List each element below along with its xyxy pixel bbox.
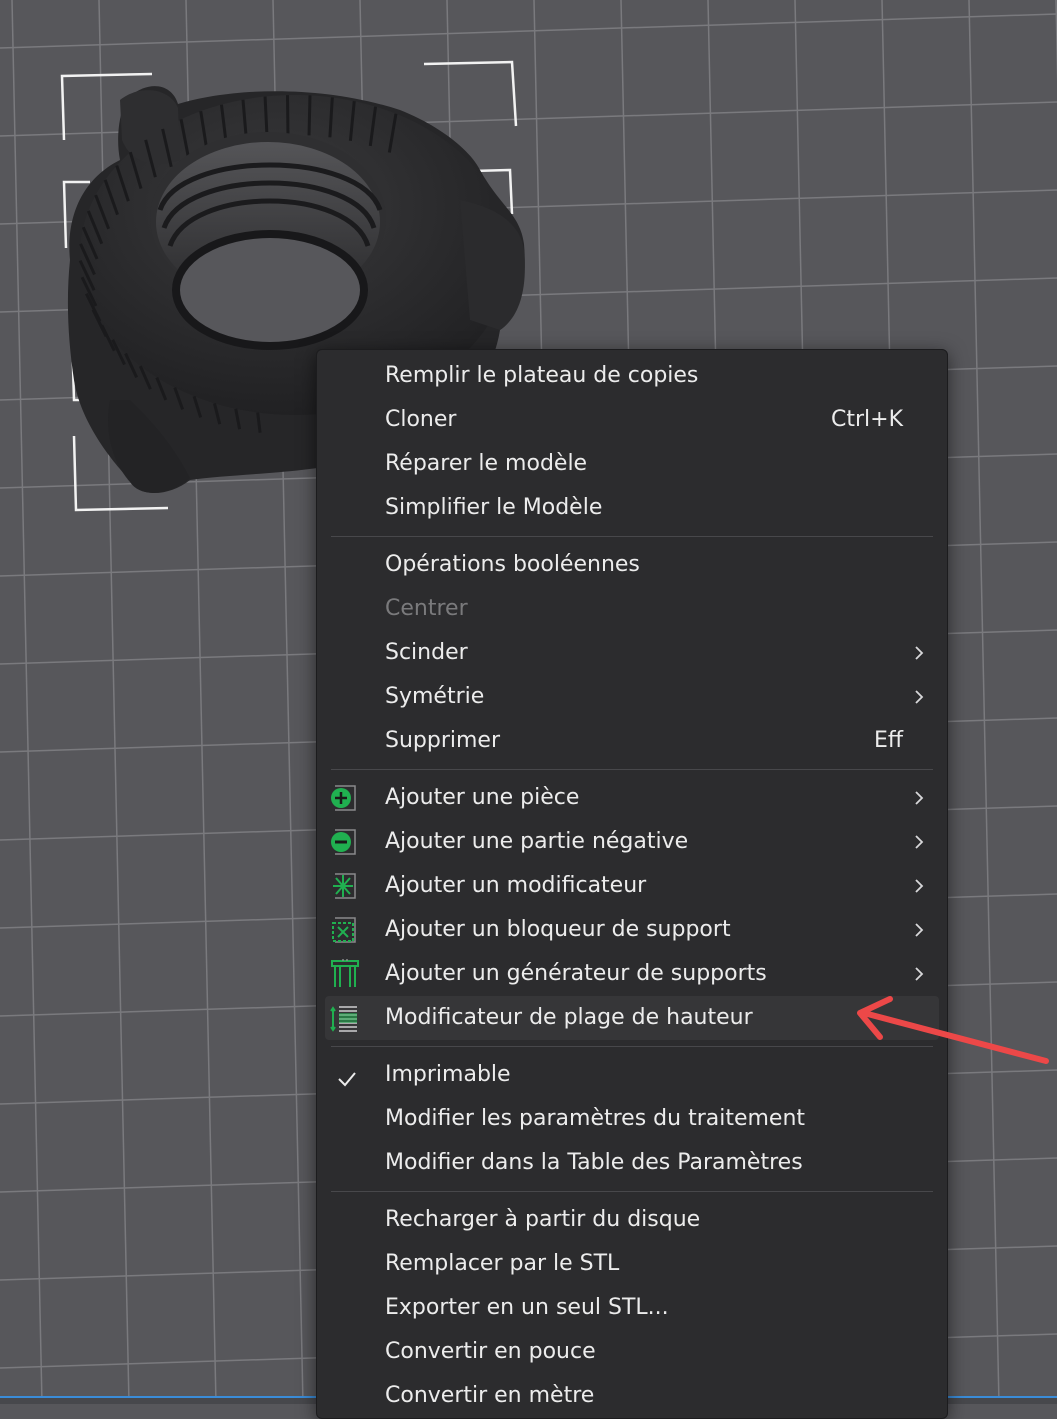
chevron-right-icon: [913, 908, 925, 952]
menu-item-exporter-en-un-seul-stl[interactable]: Exporter en un seul STL...: [325, 1286, 939, 1330]
height-range-modifier-icon: [329, 1002, 361, 1034]
menu-item-label: Centrer: [385, 587, 468, 631]
menu-item-modifier-les-parametres-du-traitement[interactable]: Modifier les paramètres du traitement: [325, 1097, 939, 1141]
menu-item-label: Ajouter un modificateur: [385, 864, 646, 908]
support-enforcer-icon: [329, 958, 361, 990]
menu-item-ajouter-un-modificateur[interactable]: Ajouter un modificateur: [325, 864, 939, 908]
menu-item-label: Modificateur de plage de hauteur: [385, 996, 753, 1040]
menu-item-label: Ajouter un bloqueur de support: [385, 908, 731, 952]
add-part-icon: [329, 782, 361, 814]
menu-item-modificateur-de-plage-de-hauteur[interactable]: Modificateur de plage de hauteur: [325, 996, 939, 1040]
menu-item-label: Ajouter une pièce: [385, 776, 579, 820]
menu-item-label: Recharger à partir du disque: [385, 1198, 700, 1242]
menu-separator: [331, 1191, 933, 1192]
menu-item-label: Remplacer par le STL: [385, 1242, 619, 1286]
annotation-arrow-icon: [850, 995, 1057, 1075]
menu-item-centrer: Centrer: [325, 587, 939, 631]
support-blocker-icon: [329, 914, 361, 946]
menu-item-ajouter-un-generateur-de-supports[interactable]: Ajouter un générateur de supports: [325, 952, 939, 996]
menu-item-label: Supprimer: [385, 719, 500, 763]
menu-item-label: Scinder: [385, 631, 468, 675]
menu-item-ajouter-un-bloqueur-de-support[interactable]: Ajouter un bloqueur de support: [325, 908, 939, 952]
object-context-menu[interactable]: Remplir le plateau de copiesCloner Ctrl+K…: [316, 349, 948, 1419]
menu-separator: [331, 536, 933, 537]
menu-item-label: Ajouter un générateur de supports: [385, 952, 767, 996]
menu-item-label: Modifier dans la Table des Paramètres: [385, 1141, 803, 1185]
menu-item-ajouter-une-piece[interactable]: Ajouter une pièce: [325, 776, 939, 820]
chevron-right-icon: [913, 776, 925, 820]
checkmark-icon: [335, 1063, 359, 1087]
menu-item-label: Convertir en mètre: [385, 1374, 594, 1418]
menu-item-label: Convertir en pouce: [385, 1330, 596, 1374]
chevron-right-icon: [913, 864, 925, 908]
add-negative-part-icon: [329, 826, 361, 858]
chevron-right-icon: [913, 952, 925, 996]
menu-item-shortcut: Ctrl+K: [831, 398, 903, 442]
chevron-right-icon: [913, 631, 925, 675]
chevron-right-icon: [913, 820, 925, 864]
menu-item-label: Opérations booléennes: [385, 543, 640, 587]
menu-item-label: Modifier les paramètres du traitement: [385, 1097, 805, 1141]
menu-item-imprimable[interactable]: Imprimable: [325, 1053, 939, 1097]
menu-item-supprimer[interactable]: Supprimer Eff: [325, 719, 939, 763]
menu-item-label: Ajouter une partie négative: [385, 820, 688, 864]
menu-item-convertir-en-pouce[interactable]: Convertir en pouce: [325, 1330, 939, 1374]
menu-separator: [331, 769, 933, 770]
menu-item-remplacer-par-le-stl[interactable]: Remplacer par le STL: [325, 1242, 939, 1286]
menu-item-remplir-le-plateau-de-copies[interactable]: Remplir le plateau de copies: [325, 354, 939, 398]
menu-item-shortcut: Eff: [874, 719, 903, 763]
menu-item-symetrie[interactable]: Symétrie: [325, 675, 939, 719]
menu-item-label: Imprimable: [385, 1053, 511, 1097]
menu-item-operations-booleennes[interactable]: Opérations booléennes: [325, 543, 939, 587]
menu-item-modifier-dans-la-table-des-parametres[interactable]: Modifier dans la Table des Paramètres: [325, 1141, 939, 1185]
menu-item-label: Cloner: [385, 398, 456, 442]
menu-item-ajouter-une-partie-negative[interactable]: Ajouter une partie négative: [325, 820, 939, 864]
menu-item-label: Réparer le modèle: [385, 442, 587, 486]
menu-item-reparer-le-modele[interactable]: Réparer le modèle: [325, 442, 939, 486]
menu-item-cloner[interactable]: Cloner Ctrl+K: [325, 398, 939, 442]
menu-item-simplifier-le-modele[interactable]: Simplifier le Modèle: [325, 486, 939, 530]
menu-item-label: Simplifier le Modèle: [385, 486, 602, 530]
menu-item-recharger-a-partir-du-disque[interactable]: Recharger à partir du disque: [325, 1198, 939, 1242]
chevron-right-icon: [913, 675, 925, 719]
menu-item-convertir-en-metre[interactable]: Convertir en mètre: [325, 1374, 939, 1418]
menu-item-scinder[interactable]: Scinder: [325, 631, 939, 675]
menu-item-label: Remplir le plateau de copies: [385, 354, 698, 398]
add-modifier-icon: [329, 870, 361, 902]
menu-item-label: Exporter en un seul STL...: [385, 1286, 669, 1330]
menu-separator: [331, 1046, 933, 1047]
menu-item-label: Symétrie: [385, 675, 484, 719]
